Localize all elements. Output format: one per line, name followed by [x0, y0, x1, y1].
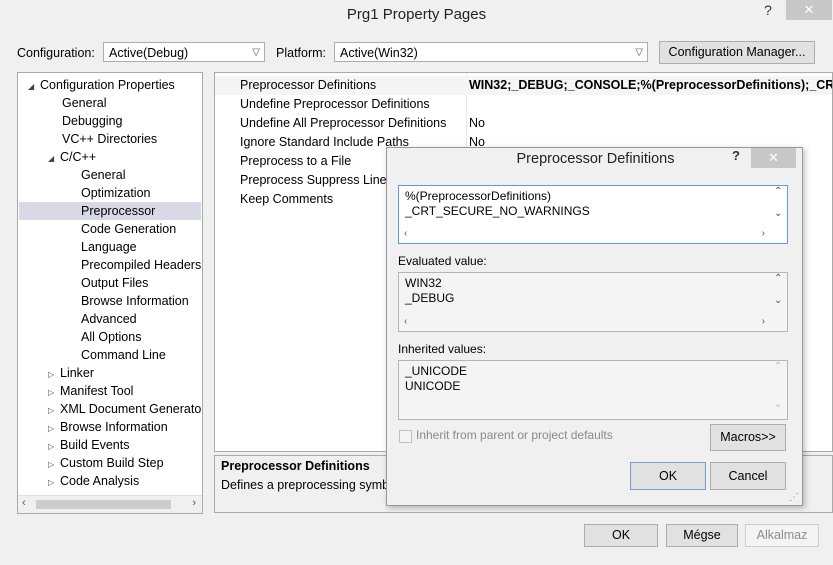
close-button[interactable]: ✕: [786, 0, 832, 20]
macros-button[interactable]: Macros>>: [710, 424, 786, 451]
tree-horizontal-scrollbar[interactable]: ‹ ›: [18, 495, 202, 513]
evaluated-line: _DEBUG: [405, 291, 455, 305]
property-value: WIN32;_DEBUG;_CONSOLE;%(PreprocessorDefi…: [469, 78, 833, 92]
tree-item-advanced[interactable]: Advanced: [81, 310, 137, 328]
evaluated-value-label: Evaluated value:: [398, 254, 487, 268]
tree-item-general[interactable]: General: [62, 94, 106, 112]
chevron-down-icon: ▽: [252, 47, 260, 58]
window-title: Prg1 Property Pages: [346, 6, 487, 23]
tree-item-language[interactable]: Language: [81, 238, 137, 256]
scroll-left-icon[interactable]: ‹: [404, 228, 407, 239]
dialog-cancel-button[interactable]: Cancel: [710, 462, 786, 490]
tree-item-code-analysis[interactable]: ▷ Code Analysis: [48, 472, 139, 490]
grid-row[interactable]: Undefine All Preprocessor Definitions No: [215, 114, 832, 133]
tree-item-precompiled-headers[interactable]: Precompiled Headers: [81, 256, 201, 274]
tree-item-browse-information[interactable]: ▷ Browse Information: [48, 418, 168, 436]
tree-item-optimization[interactable]: Optimization: [81, 184, 150, 202]
dialog-help-button[interactable]: ?: [732, 148, 740, 163]
grid-row[interactable]: Undefine Preprocessor Definitions: [215, 95, 832, 114]
evaluated-value-box[interactable]: WIN32 _DEBUG ⌃ ⌄ ‹ ›: [398, 272, 788, 332]
tree-item-custom-build-step[interactable]: ▷ Custom Build Step: [48, 454, 164, 472]
tree-item-cpp-general[interactable]: General: [81, 166, 125, 184]
tree-item-command-line[interactable]: Command Line: [81, 346, 166, 364]
preprocessor-definitions-dialog: Preprocessor Definitions ? ✕ %(Preproces…: [386, 147, 803, 506]
tree-item-build-events[interactable]: ▷ Build Events: [48, 436, 129, 454]
scroll-right-icon[interactable]: ›: [192, 497, 196, 509]
scroll-down-icon[interactable]: ⌄: [774, 295, 782, 306]
property-name: Preprocessor Definitions: [240, 78, 377, 92]
scroll-down-icon[interactable]: ⌄: [774, 208, 782, 219]
dialog-ok-button[interactable]: OK: [630, 462, 706, 490]
tree-item-vc-directories[interactable]: VC++ Directories: [62, 130, 157, 148]
edit-line: %(PreprocessorDefinitions): [405, 189, 552, 203]
collapsed-arrow-icon[interactable]: ▷: [48, 474, 60, 492]
vertical-scrollbar[interactable]: ⌃ ⌄: [771, 361, 787, 419]
tree-item-cpp-browse-information[interactable]: Browse Information: [81, 292, 189, 310]
configuration-dropdown[interactable]: Active(Debug) ▽: [103, 42, 265, 62]
vertical-scrollbar[interactable]: ⌃ ⌄: [771, 273, 787, 315]
apply-button[interactable]: Alkalmaz: [745, 524, 819, 547]
property-name: Preprocess to a File: [240, 154, 352, 168]
expanded-arrow-icon[interactable]: ◢: [48, 150, 60, 168]
evaluated-line: WIN32: [405, 276, 442, 290]
inherited-line: _UNICODE: [405, 364, 468, 378]
definitions-edit-box[interactable]: %(PreprocessorDefinitions) _CRT_SECURE_N…: [398, 185, 788, 244]
scrollbar-thumb[interactable]: [36, 500, 171, 509]
property-value: No: [469, 116, 485, 130]
grid-row[interactable]: Preprocessor Definitions WIN32;_DEBUG;_C…: [215, 76, 833, 95]
property-name: Ignore Standard Include Paths: [240, 135, 409, 149]
tree-item-manifest-tool[interactable]: ▷ Manifest Tool: [48, 382, 133, 400]
property-name: Undefine All Preprocessor Definitions: [240, 116, 447, 130]
tree-item-c-cpp[interactable]: ◢ C/C++: [48, 148, 96, 166]
expanded-arrow-icon[interactable]: ◢: [28, 78, 40, 96]
chevron-down-icon: ▽: [635, 47, 643, 58]
tree-item-all-options[interactable]: All Options: [81, 328, 141, 346]
inherit-checkbox[interactable]: [399, 430, 412, 443]
edit-line: _CRT_SECURE_NO_WARNINGS: [405, 204, 590, 218]
horizontal-scrollbar[interactable]: ‹ ›: [399, 227, 771, 243]
help-button[interactable]: ?: [755, 0, 781, 20]
property-name: Undefine Preprocessor Definitions: [240, 97, 430, 111]
cancel-button[interactable]: Mégse: [666, 524, 738, 547]
dialog-close-button[interactable]: ✕: [751, 148, 796, 168]
configuration-value: Active(Debug): [109, 46, 189, 60]
scroll-up-icon[interactable]: ⌃: [774, 273, 782, 284]
platform-label: Platform:: [276, 46, 327, 60]
scroll-right-icon[interactable]: ›: [762, 228, 765, 239]
scroll-up-icon[interactable]: ⌃: [774, 186, 782, 197]
inherited-line: UNICODE: [405, 379, 461, 393]
ok-button[interactable]: OK: [584, 524, 658, 547]
scroll-down-icon[interactable]: ⌄: [774, 399, 782, 410]
property-name: Keep Comments: [240, 192, 334, 206]
dialog-title: Preprocessor Definitions: [516, 151, 675, 167]
scroll-up-icon[interactable]: ⌃: [774, 361, 782, 372]
tree-item-debugging[interactable]: Debugging: [62, 112, 122, 130]
description-title: Preprocessor Definitions: [221, 459, 370, 473]
tree-item-linker[interactable]: ▷ Linker: [48, 364, 94, 382]
inherited-values-label: Inherited values:: [398, 342, 487, 356]
inherited-values-box[interactable]: _UNICODE UNICODE ⌃ ⌄: [398, 360, 788, 420]
inherit-checkbox-label: Inherit from parent or project defaults: [416, 428, 613, 442]
tree-item-output-files[interactable]: Output Files: [81, 274, 148, 292]
configuration-label: Configuration:: [17, 46, 95, 60]
scroll-left-icon[interactable]: ‹: [22, 497, 26, 509]
property-name: Preprocess Suppress Line Nu: [240, 173, 407, 187]
scroll-right-icon[interactable]: ›: [762, 316, 765, 327]
platform-dropdown[interactable]: Active(Win32) ▽: [334, 42, 648, 62]
tree-item-preprocessor[interactable]: Preprocessor: [19, 202, 201, 220]
description-text: Defines a preprocessing symbol: [221, 478, 399, 492]
property-tree[interactable]: ◢ Configuration Properties General Debugg…: [17, 72, 203, 514]
vertical-scrollbar[interactable]: ⌃ ⌄: [771, 186, 787, 228]
tree-item-configuration-properties[interactable]: ◢ Configuration Properties: [28, 76, 175, 94]
configuration-manager-button[interactable]: Configuration Manager...: [659, 41, 815, 64]
tree-item-xml-document-generator[interactable]: ▷ XML Document Generator: [48, 400, 202, 418]
horizontal-scrollbar[interactable]: ‹ ›: [399, 315, 771, 331]
resize-grip-icon[interactable]: ⋰: [789, 492, 799, 503]
tree-item-code-generation[interactable]: Code Generation: [81, 220, 176, 238]
platform-value: Active(Win32): [340, 46, 418, 60]
scroll-left-icon[interactable]: ‹: [404, 316, 407, 327]
